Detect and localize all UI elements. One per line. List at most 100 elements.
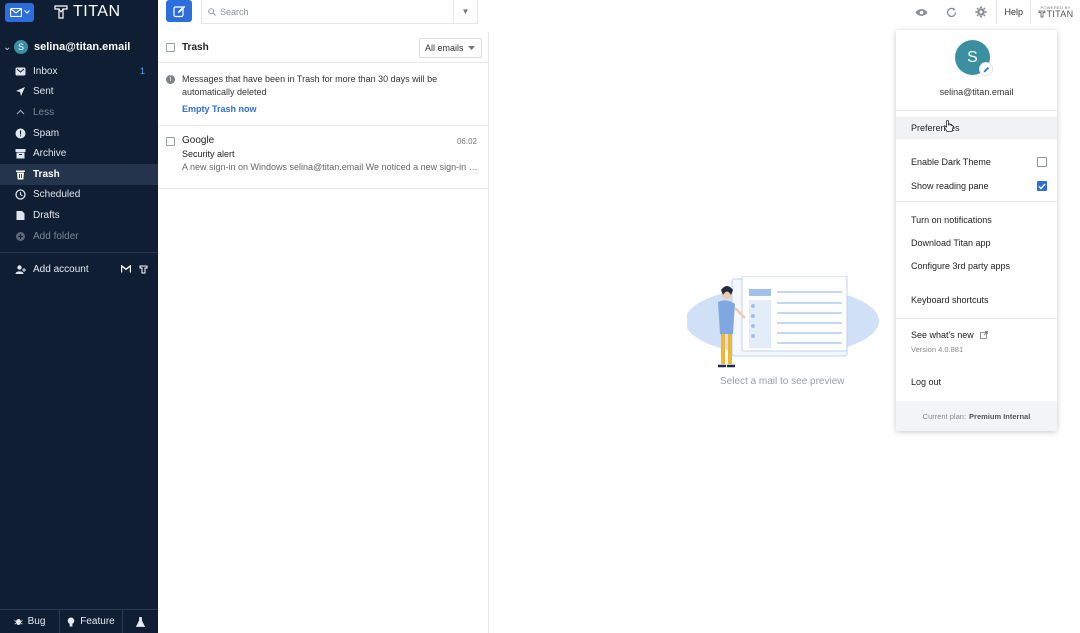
menu-item-label: Show reading pane	[911, 181, 989, 191]
trash-icon	[15, 169, 26, 180]
sidebar-item-scheduled[interactable]: Scheduled	[0, 185, 158, 206]
feature-label: Feature	[80, 616, 115, 627]
mail-subject: Security alert	[182, 149, 235, 159]
chevron-up-icon	[15, 107, 26, 118]
menu-item-preferences[interactable]: Preferences	[896, 117, 1057, 139]
external-link-icon	[979, 331, 988, 339]
compose-button[interactable]	[166, 0, 192, 22]
plan-label: Current plan:	[922, 411, 967, 421]
sidebar-item-label: Less	[33, 106, 55, 118]
mail-checkbox[interactable]	[166, 137, 175, 146]
mail-list-item[interactable]: Google 06:02 Security alert A new sign-i…	[158, 126, 488, 189]
add-account-button[interactable]: Add account	[0, 260, 158, 278]
reading-pane-checkbox[interactable]	[1037, 181, 1047, 191]
sidebar: TITAN ⌄ S selina@titan.email Inbox 1 Sen…	[0, 0, 158, 633]
alert-icon	[15, 128, 26, 139]
menu-item-label: Keyboard shortcuts	[911, 295, 989, 305]
archive-icon	[15, 148, 26, 159]
account-email: selina@titan.email	[34, 41, 131, 53]
sidebar-divider	[0, 252, 158, 253]
unread-count-badge: 1	[139, 66, 145, 77]
menu-item-label: Turn on notifications	[911, 215, 992, 225]
app-switcher-button[interactable]	[5, 2, 34, 22]
sidebar-item-inbox[interactable]: Inbox 1	[0, 61, 158, 82]
inbox-icon	[15, 66, 26, 77]
send-icon	[15, 86, 26, 97]
top-bar: ▼ Help POWERED BY TITAN	[158, 0, 1080, 25]
menu-item-keyboard-shortcuts[interactable]: Keyboard shortcuts	[896, 289, 1057, 311]
lightbulb-icon	[67, 617, 75, 626]
caret-down-icon: ▼	[461, 7, 470, 16]
menu-item-label: Enable Dark Theme	[911, 157, 991, 167]
menu-item-label: Configure 3rd party apps	[911, 261, 1011, 271]
sidebar-footer: Bug Feature	[0, 609, 158, 633]
pencil-icon	[983, 66, 989, 72]
menu-item-reading-pane[interactable]: Show reading pane	[896, 175, 1057, 197]
powered-by-titan: POWERED BY TITAN	[1030, 0, 1080, 24]
settings-button[interactable]	[966, 0, 996, 24]
powered-by-name: TITAN	[1046, 8, 1074, 19]
empty-trash-link[interactable]: Empty Trash now	[182, 104, 478, 114]
current-plan-footer: Current plan: Premium Internal	[896, 401, 1057, 431]
powered-by-brand: TITAN	[1038, 8, 1074, 19]
refresh-button[interactable]	[936, 0, 966, 24]
titan-logo-icon	[1038, 10, 1045, 18]
sidebar-item-label: Sent	[33, 86, 54, 98]
hand-cursor-icon	[943, 120, 954, 132]
folder-title: Trash	[182, 41, 209, 53]
select-all-checkbox[interactable]	[166, 42, 175, 52]
menu-item-dark-theme[interactable]: Enable Dark Theme	[896, 151, 1057, 173]
email-filter-dropdown[interactable]: All emails	[419, 38, 482, 58]
edit-avatar-button[interactable]	[979, 62, 993, 76]
sidebar-item-label: Spam	[33, 127, 60, 139]
app-version: Version 4.0.881	[911, 345, 964, 354]
account-switcher[interactable]: ⌄ S selina@titan.email	[0, 38, 158, 56]
sidebar-item-trash[interactable]: Trash	[0, 163, 158, 185]
search-icon	[208, 7, 216, 16]
provider-icons	[121, 265, 148, 274]
sidebar-item-less[interactable]: Less	[0, 102, 158, 123]
bug-icon	[13, 619, 23, 625]
trash-notice-text: Messages that have been in Trash for mor…	[182, 74, 438, 97]
eye-icon	[915, 8, 928, 16]
sidebar-item-add-folder[interactable]: Add folder	[0, 226, 158, 247]
flask-icon	[136, 616, 145, 627]
add-folder-icon	[15, 231, 26, 242]
menu-item-notifications[interactable]: Turn on notifications	[896, 209, 1057, 231]
feature-request-button[interactable]: Feature	[60, 610, 123, 633]
search-options-button[interactable]: ▼	[453, 0, 477, 23]
sidebar-item-label: Inbox	[33, 65, 58, 77]
filter-value: All emails	[425, 43, 464, 53]
empty-preview-illustration	[687, 276, 879, 368]
search-input[interactable]	[220, 6, 440, 17]
folder-list: Inbox 1 Sent Less Spam Archive Trash Sch…	[0, 61, 158, 246]
draft-icon	[15, 210, 26, 221]
dark-theme-checkbox[interactable]	[1037, 157, 1047, 167]
checkmark-icon	[1038, 183, 1046, 190]
help-button[interactable]: Help	[996, 0, 1030, 24]
menu-item-download-app[interactable]: Download Titan app	[896, 232, 1057, 254]
gmail-icon[interactable]	[121, 265, 131, 273]
sidebar-item-archive[interactable]: Archive	[0, 143, 158, 164]
menu-item-logout[interactable]: Log out	[896, 371, 1057, 393]
chevron-down-icon	[23, 10, 30, 14]
empty-preview-text: Select a mail to see preview	[720, 376, 845, 387]
menu-divider	[896, 110, 1057, 111]
refresh-icon	[946, 7, 957, 17]
labs-button[interactable]	[123, 610, 158, 633]
sidebar-item-sent[interactable]: Sent	[0, 82, 158, 103]
titan-logo-icon	[54, 5, 68, 19]
menu-account-email: selina@titan.email	[939, 87, 1014, 97]
menu-item-third-party-apps[interactable]: Configure 3rd party apps	[896, 255, 1057, 277]
sidebar-header: TITAN	[0, 0, 158, 24]
settings-menu: S selina@titan.email Preferences Enable …	[896, 30, 1057, 431]
chevron-down-icon: ⌄	[3, 41, 12, 53]
titan-icon[interactable]	[139, 265, 148, 274]
bug-report-button[interactable]: Bug	[0, 610, 60, 633]
reading-view-button[interactable]	[906, 0, 936, 24]
sidebar-item-drafts[interactable]: Drafts	[0, 205, 158, 226]
menu-item-whats-new[interactable]: See what's new	[896, 324, 1057, 346]
sidebar-item-spam[interactable]: Spam	[0, 123, 158, 144]
top-actions: Help POWERED BY TITAN	[906, 0, 1080, 24]
trash-notice: i Messages that have been in Trash for m…	[158, 63, 488, 126]
